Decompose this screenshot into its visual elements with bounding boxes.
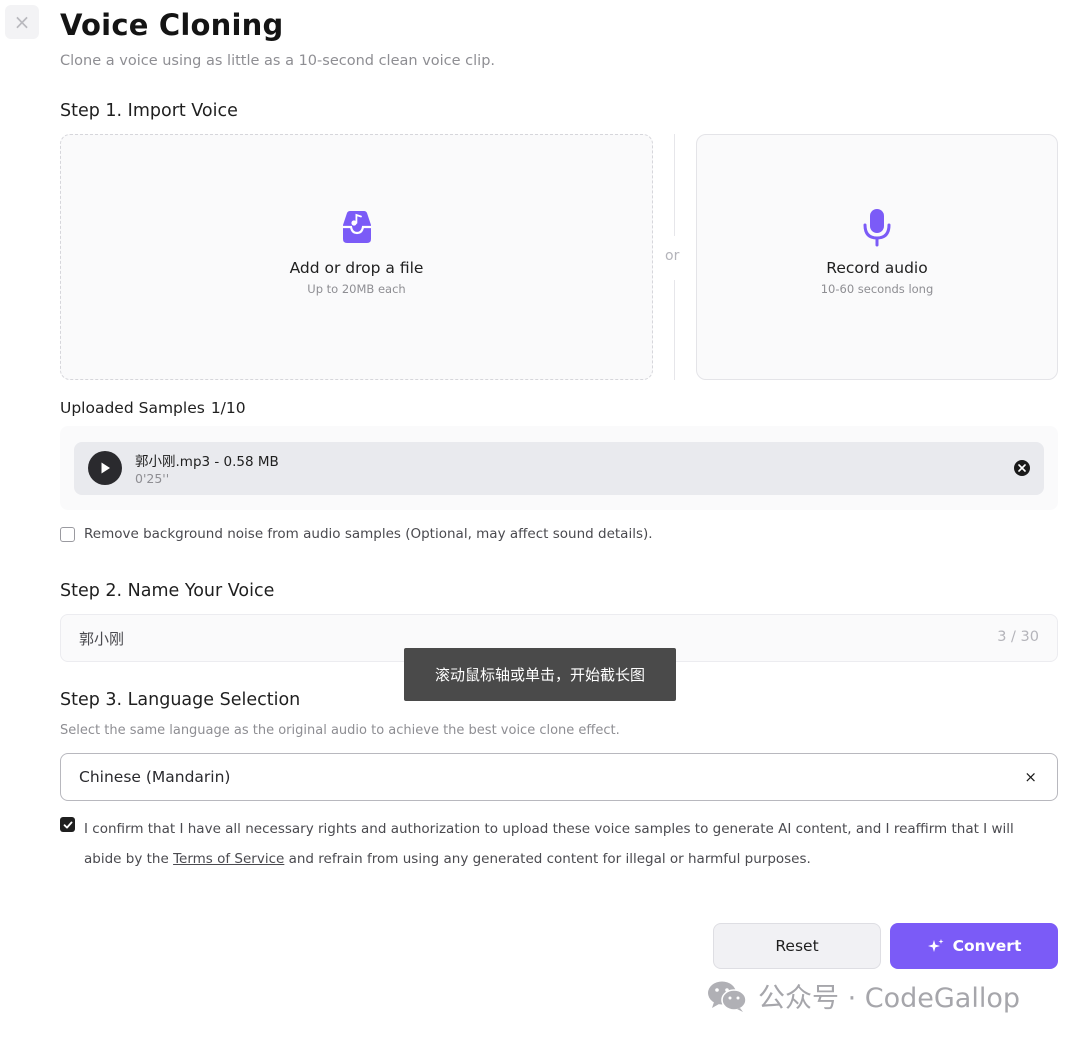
language-description: Select the same language as the original… [60, 723, 620, 738]
language-selected-value: Chinese (Mandarin) [79, 768, 231, 786]
play-icon [101, 462, 110, 474]
page-subtitle: Clone a voice using as little as a 10-se… [60, 53, 496, 69]
step2-heading: Step 2. Name Your Voice [60, 581, 275, 601]
convert-label: Convert [952, 937, 1022, 955]
page-title: Voice Cloning [60, 8, 284, 42]
close-icon: × [13, 10, 31, 34]
wechat-icon [708, 981, 747, 1012]
record-subtitle: 10-60 seconds long [820, 281, 934, 296]
uploaded-samples-heading: Uploaded Samples 1/10 [60, 399, 246, 417]
sparkle-icon [927, 939, 944, 952]
consent-text-after: and refrain from using any generated con… [284, 851, 811, 867]
noise-removal-checkbox[interactable] [60, 526, 75, 542]
convert-button[interactable]: Convert [890, 923, 1058, 969]
watermark: 公众号 · CodeGallop [706, 976, 1020, 1015]
divider-line [674, 134, 675, 236]
noise-removal-option[interactable]: Remove background noise from audio sampl… [60, 526, 653, 542]
step3-heading: Step 3. Language Selection [60, 690, 301, 710]
file-drop-zone[interactable]: Add or drop a file Up to 20MB each [60, 134, 653, 380]
play-button[interactable] [88, 451, 122, 485]
noise-removal-label: Remove background noise from audio sampl… [84, 526, 653, 542]
uploaded-count: 1/10 [210, 399, 246, 417]
close-icon [1018, 464, 1026, 472]
record-title: Record audio [826, 258, 928, 277]
step1-heading: Step 1. Import Voice [60, 101, 238, 121]
sample-duration: 0'25'' [135, 471, 170, 486]
upload-subtitle: Up to 20MB each [307, 281, 406, 296]
remove-sample-button[interactable] [1014, 460, 1030, 476]
screenshot-tooltip: 滚动鼠标轴或单击，开始截长图 [404, 648, 676, 701]
consent-checkbox[interactable] [60, 817, 75, 832]
close-button[interactable]: × [5, 5, 39, 39]
sample-file-name: 郭小刚.mp3 - 0.58 MB [135, 454, 279, 470]
character-count: 3 / 30 [997, 629, 1039, 645]
reset-button[interactable]: Reset [713, 923, 881, 969]
watermark-text: 公众号 · CodeGallop [758, 983, 1020, 1014]
divider-or: or [665, 248, 680, 264]
check-icon [63, 821, 72, 828]
microphone-icon [863, 208, 891, 246]
terms-of-service-link[interactable]: Terms of Service [173, 851, 284, 867]
clear-icon[interactable]: × [1024, 768, 1037, 786]
language-select[interactable]: Chinese (Mandarin) × [60, 753, 1058, 801]
record-audio-zone[interactable]: Record audio 10-60 seconds long [696, 134, 1058, 380]
consent-text: I confirm that I have all necessary righ… [84, 814, 1054, 874]
uploaded-label: Uploaded Samples [60, 399, 205, 417]
divider-line [674, 280, 675, 380]
music-file-inbox-icon [342, 210, 371, 243]
upload-title: Add or drop a file [289, 258, 424, 277]
